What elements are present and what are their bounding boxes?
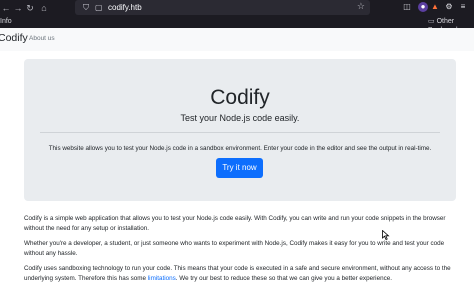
sandbox-text-after: . We try our best to reduce these so tha…	[175, 275, 392, 282]
back-arrow-icon[interactable]: ←	[0, 2, 12, 14]
url-bar[interactable]: ⛉ ▢ codify.htb ☆	[75, 0, 370, 15]
foxyproxy-icon[interactable]: ▲	[430, 2, 440, 12]
audience-paragraph: Whether you're a developer, a student, o…	[24, 240, 445, 257]
hero-section: Codify Test your Node.js code easily. Th…	[24, 59, 456, 201]
folder-icon: ▭	[428, 18, 435, 25]
shield-icon[interactable]: ⛉	[83, 2, 89, 13]
brand-link[interactable]: Codify	[0, 32, 28, 44]
home-icon[interactable]: ⌂	[38, 2, 50, 14]
reload-icon[interactable]: ↻	[24, 2, 36, 14]
url-text[interactable]: codify.htb	[108, 2, 142, 13]
site-navbar: Codify About us	[0, 28, 474, 51]
browser-chrome: ← → ↻ ⌂ ⛉ ▢ codify.htb ☆ ◫ ● ▲ ⚙ ≡ Info …	[0, 0, 474, 34]
mouse-cursor-icon	[382, 230, 390, 240]
try-it-now-button[interactable]: Try it now	[216, 158, 263, 178]
page-info-icon[interactable]: ▢	[95, 2, 103, 13]
pocket-icon[interactable]: ◫	[402, 2, 412, 12]
extensions-icon[interactable]: ⚙	[444, 2, 454, 12]
sandbox-paragraph: Codify uses sandboxing technology to run…	[24, 264, 454, 284]
divider	[40, 132, 440, 133]
hero-description: This website allows you to test your Nod…	[48, 145, 432, 152]
hero-title: Codify	[210, 86, 270, 109]
bookmark-item[interactable]: Info	[0, 17, 12, 26]
forward-arrow-icon[interactable]: →	[12, 2, 24, 14]
limitations-link[interactable]: limitations	[148, 275, 176, 282]
bookmark-star-icon[interactable]: ☆	[357, 1, 365, 12]
bookmark-label: Info	[0, 18, 12, 25]
hero-lead: Test your Node.js code easily.	[180, 113, 300, 123]
nav-link-about-us[interactable]: About us	[29, 35, 55, 42]
extension-icon[interactable]: ●	[418, 2, 428, 12]
menu-icon[interactable]: ≡	[458, 2, 468, 12]
